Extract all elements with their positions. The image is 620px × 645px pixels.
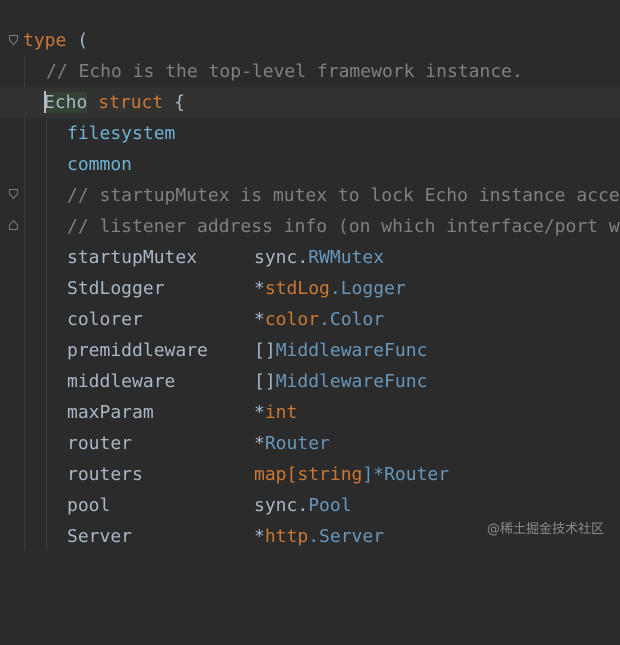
code-line[interactable]: routers map[string]*Router — [0, 459, 449, 490]
code-line[interactable]: router *Router — [0, 428, 330, 459]
type-part: MiddlewareFunc — [275, 340, 428, 361]
type-part: int — [264, 402, 298, 423]
code-line[interactable]: premiddleware []MiddlewareFunc — [0, 335, 427, 366]
type-part: .Server — [308, 526, 385, 547]
code-line[interactable]: common — [0, 149, 132, 180]
code-line-current[interactable]: Echo struct { — [0, 87, 620, 118]
code-line[interactable]: StdLogger *stdLog.Logger — [0, 273, 406, 304]
field-name: routers — [67, 464, 143, 485]
code-line[interactable]: maxParam *int — [0, 397, 297, 428]
field-name: Server — [67, 526, 133, 547]
keyword: type — [23, 30, 67, 51]
field-name: colorer — [67, 309, 143, 330]
type-part: [] — [254, 371, 276, 392]
type-part: . — [297, 247, 309, 268]
type-part: sync — [254, 247, 298, 268]
watermark-text: @稀土掘金技术社区 — [486, 522, 604, 537]
type-part: Router — [264, 433, 330, 454]
comment: // Echo is the top-level framework insta… — [46, 61, 523, 82]
type-part: * — [254, 309, 265, 330]
type-part: .Color — [319, 309, 385, 330]
type-part: stdLog — [264, 278, 330, 299]
field-name: pool — [67, 495, 111, 516]
type-part: MiddlewareFunc — [275, 371, 428, 392]
type-name: Echo — [44, 92, 88, 113]
type-part: . — [297, 495, 309, 516]
code-text: ( — [66, 30, 89, 51]
code-line[interactable]: Server *http.Server — [0, 521, 384, 552]
code-line[interactable]: // listener address info (on which inter… — [0, 211, 620, 242]
code-editor[interactable]: type ( // Echo is the top-level framewor… — [0, 0, 620, 551]
type-part: string — [297, 464, 363, 485]
field-name: premiddleware — [67, 340, 208, 361]
field-name: middleware — [67, 371, 176, 392]
type-part: sync — [254, 495, 298, 516]
field-name: router — [67, 433, 133, 454]
type-part: * — [254, 433, 265, 454]
code-line[interactable]: startupMutex sync.RWMutex — [0, 242, 384, 273]
type-part: http — [264, 526, 309, 547]
text-caret — [44, 91, 46, 113]
field-name: maxParam — [67, 402, 154, 423]
type-part: * — [254, 526, 265, 547]
code-line[interactable]: type ( — [0, 25, 88, 56]
comment: // listener address info (on which inter… — [67, 216, 620, 237]
type-part: .Logger — [329, 278, 406, 299]
type-part: [] — [254, 340, 276, 361]
type-part: map[ — [254, 464, 298, 485]
embedded-field: filesystem — [67, 123, 176, 144]
field-name: StdLogger — [67, 278, 165, 299]
type-part: * — [254, 402, 265, 423]
code-line[interactable]: pool sync.Pool — [0, 490, 352, 521]
embedded-field: common — [67, 154, 133, 175]
field-name: startupMutex — [67, 247, 198, 268]
type-part: ]*Router — [362, 464, 450, 485]
code-line[interactable]: // Echo is the top-level framework insta… — [0, 56, 523, 87]
code-line[interactable]: colorer *color.Color — [0, 304, 384, 335]
type-part: color — [264, 309, 320, 330]
type-part: RWMutex — [308, 247, 385, 268]
code-line[interactable]: middleware []MiddlewareFunc — [0, 366, 427, 397]
code-text: { — [163, 92, 185, 113]
code-line[interactable]: filesystem — [0, 118, 175, 149]
indent-guide — [46, 118, 47, 551]
code-line[interactable]: // startupMutex is mutex to lock Echo in… — [0, 180, 620, 211]
comment: // startupMutex is mutex to lock Echo in… — [67, 185, 620, 206]
type-part: * — [254, 278, 265, 299]
type-part: Pool — [308, 495, 352, 516]
keyword: struct — [98, 92, 164, 113]
